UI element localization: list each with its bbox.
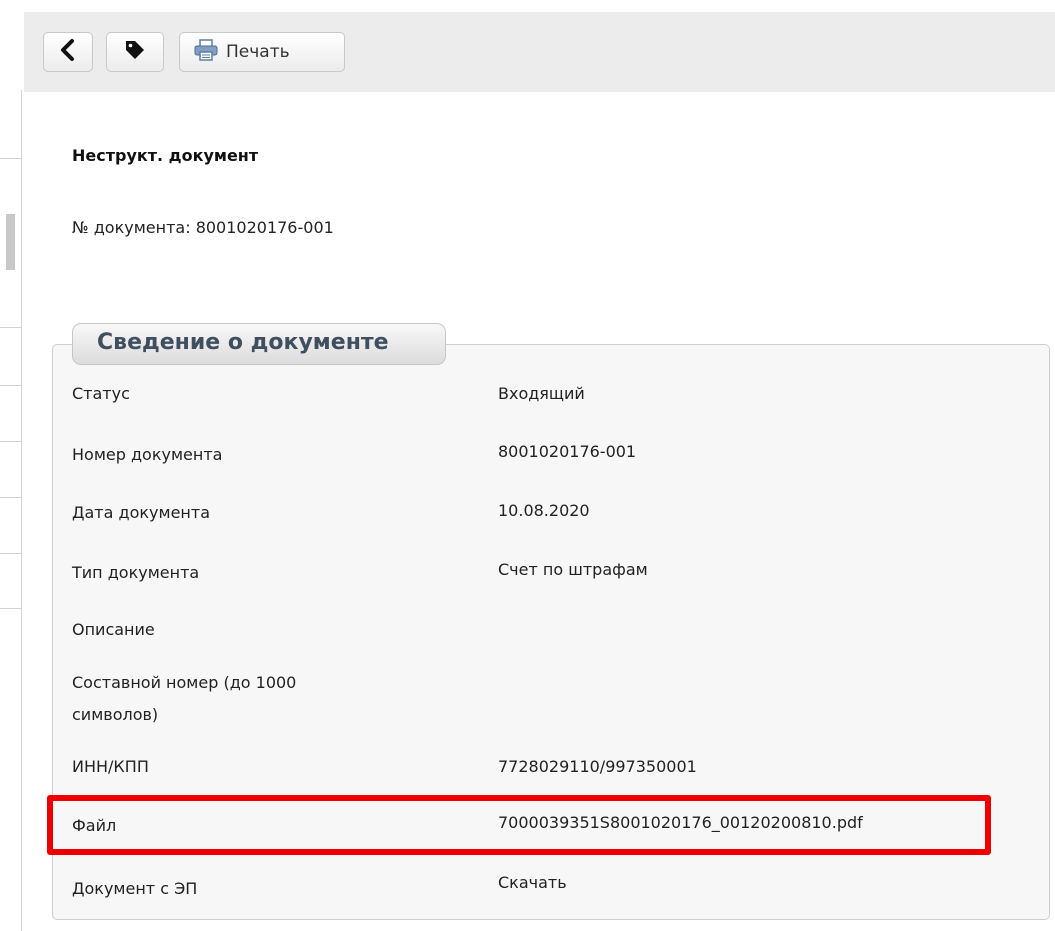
print-button[interactable]: Печать — [179, 32, 345, 72]
row-value-inn-kpp: 7728029110/997350001 — [498, 757, 697, 776]
print-button-label: Печать — [226, 42, 290, 62]
row-value-type: Счет по штрафам — [498, 560, 648, 579]
sidebar-divider — [0, 158, 21, 159]
row-value-date: 10.08.2020 — [498, 501, 590, 520]
sidebar-divider — [0, 608, 21, 609]
printer-icon — [194, 39, 218, 65]
row-label-status: Статус — [72, 384, 130, 403]
row-label-date: Дата документа — [72, 503, 210, 522]
sidebar-edge — [0, 0, 24, 931]
row-label-compound-number: Составной номер (до 1000 — [72, 673, 297, 692]
row-label-inn-kpp: ИНН/КПП — [72, 757, 149, 776]
row-label-type: Тип документа — [72, 563, 200, 582]
page-title: Неструкт. документ — [72, 146, 259, 165]
download-link[interactable]: Скачать — [498, 873, 567, 892]
document-number: № документа: 8001020176-001 — [72, 218, 334, 237]
panel-legend: Сведение о документе — [72, 323, 446, 365]
tag-icon — [124, 39, 146, 65]
back-button[interactable] — [43, 32, 93, 72]
sidebar-divider — [0, 497, 21, 498]
sidebar-divider — [0, 327, 21, 328]
sidebar-scrollbar[interactable] — [6, 214, 15, 270]
sidebar-divider — [0, 553, 21, 554]
file-row-highlight — [47, 795, 991, 855]
row-label-signed-document: Документ с ЭП — [72, 879, 198, 898]
sidebar-divider — [0, 385, 21, 386]
row-label-description: Описание — [72, 620, 155, 639]
toolbar: Печать — [24, 12, 1055, 92]
row-label-compound-number-line2: символов) — [72, 705, 159, 724]
row-value-status: Входящий — [498, 384, 585, 403]
sidebar-divider — [0, 441, 21, 442]
row-value-number: 8001020176-001 — [498, 442, 637, 461]
chevron-left-icon — [58, 38, 78, 66]
sidebar-divider — [21, 90, 22, 931]
row-label-number: Номер документа — [72, 445, 223, 464]
tag-button[interactable] — [106, 32, 164, 72]
